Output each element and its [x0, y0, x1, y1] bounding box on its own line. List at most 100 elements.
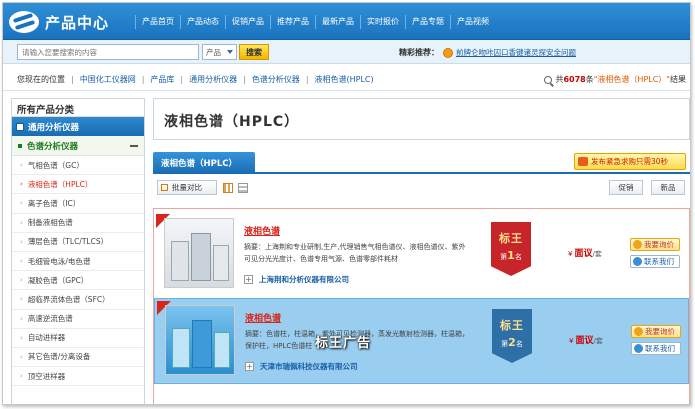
breadcrumb-item-chromatography[interactable]: 色谱分析仪器 [252, 74, 300, 85]
nav-item-promo[interactable]: 促销产品 [225, 15, 270, 29]
megaphone-icon [578, 157, 588, 166]
product-price: ¥ 面议 /套 [568, 246, 602, 259]
breadcrumb: 您现在的位置 | 中国化工仪器网 | 产品库 | 通用分析仪器 | 色谱分析仪器… [17, 74, 374, 85]
breadcrumb-separator: | [243, 75, 246, 84]
tab-bar: 液相色谱（HPLC） 发布紧急求购只需30秒 [153, 150, 690, 174]
urgent-purchase-button[interactable]: 发布紧急求购只需30秒 [574, 153, 686, 170]
breadcrumb-separator: | [180, 75, 184, 84]
sidebar-subcategory[interactable]: 色谱分析仪器 [12, 136, 144, 156]
sidebar-item-prep-lc[interactable]: › 制备液相色谱 [12, 214, 144, 233]
instrument-module [191, 233, 211, 281]
nav-item-topics[interactable]: 产品专题 [405, 15, 450, 29]
sidebar-item-label: 液相色谱（HPLC） [27, 179, 93, 189]
arrow-bullet-icon: › [20, 352, 23, 361]
sidebar-category[interactable]: 通用分析仪器 [12, 117, 144, 136]
product-row[interactable]: 液相色谱 摘要：色谱柱，柱温箱，紫外可见检测器，蒸发光散射检测器，柱温箱，保护柱… [154, 298, 689, 384]
breadcrumb-item-site[interactable]: 中国化工仪器网 [80, 74, 136, 85]
sidebar-item-hsccc[interactable]: › 高速逆流色谱 [12, 310, 144, 329]
result-middle: 条 [585, 75, 594, 84]
breadcrumb-item-general[interactable]: 通用分析仪器 [189, 74, 237, 85]
sidebar-item-label: 制备液相色谱 [27, 218, 73, 228]
product-price: ¥ 面议 /套 [569, 333, 603, 346]
product-description: 摘要：上海荆和专业研制,生产,代理销售气相色谱仪、液相色谱仪、紫外可见分光光度计… [244, 243, 466, 263]
nav-item-recommended[interactable]: 推荐产品 [270, 15, 315, 29]
collapse-minus-icon[interactable] [130, 144, 138, 147]
sidebar-item-sfc[interactable]: › 超临界流体色谱（SFC） [12, 290, 144, 310]
sidebar-category-label: 通用分析仪器 [28, 122, 80, 133]
sort-promo-button[interactable]: 促销 [609, 180, 643, 195]
plus-icon[interactable]: + [245, 362, 254, 371]
sidebar-item-label: 气相色谱（GC） [27, 160, 84, 170]
result-number: 6078 [563, 75, 586, 84]
arrow-bullet-icon: › [20, 333, 23, 342]
badge-title: 标王 [500, 319, 524, 332]
arrow-bullet-icon: › [20, 314, 23, 323]
breadcrumb-item-hplc[interactable]: 液相色谱(HPLC) [315, 74, 374, 85]
top-bar: 产品中心 产品首页 产品动态 促销产品 推荐产品 最新产品 实时报价 产品专题 … [3, 3, 690, 40]
badge-rank: 第1名 [491, 249, 531, 262]
arrow-bullet-icon: › [20, 295, 23, 304]
hot-flame-icon [443, 47, 453, 58]
sidebar-item-ce[interactable]: › 毛细管电泳/电色谱 [12, 252, 144, 272]
product-name-link[interactable]: 液相色谱 [244, 224, 280, 237]
price-value: 面议 [574, 249, 593, 259]
main-content: 液相色谱（HPLC） 液相色谱（HPLC） 发布紧急求购只需30秒 批量对比 促… [153, 98, 690, 404]
sidebar-item-gc[interactable]: › 气相色谱（GC） [12, 156, 144, 176]
search-input[interactable] [17, 44, 199, 60]
badge-rank-number: 1 [507, 249, 515, 262]
inquiry-label: 我要询价 [644, 240, 674, 249]
grid-view-icon[interactable] [223, 183, 233, 193]
sidebar-item-label: 自动进样器 [27, 333, 66, 343]
company-name-link[interactable]: 天津市瑞佩科技仪器有限公司 [260, 361, 358, 372]
arrow-bullet-icon: › [20, 218, 23, 227]
search-bar: 产品 搜索 精彩推荐： 前牌仑吻咔囚口香键诸灵探安全问题 [3, 40, 690, 64]
sidebar-item-hplc[interactable]: › 液相色谱（HPLC） [12, 175, 144, 195]
product-name-link[interactable]: 液相色谱 [245, 311, 281, 324]
inquiry-button[interactable]: 我要询价 [630, 238, 680, 251]
result-keyword: "液相色谱（HPLC）" [593, 75, 670, 84]
sidebar-item-label: 离子色谱（IC） [27, 198, 81, 208]
contact-button[interactable]: 联系我们 [631, 342, 681, 355]
breadcrumb-separator: | [305, 75, 309, 84]
sidebar-item-other[interactable]: › 其它色谱/分离设备 [12, 348, 144, 368]
company-name-link[interactable]: 上海荆和分析仪器有限公司 [259, 274, 349, 285]
batch-compare-button[interactable]: 批量对比 [157, 180, 217, 195]
nav-item-quotes[interactable]: 实时报价 [360, 15, 405, 29]
plus-icon[interactable]: + [244, 275, 253, 284]
sort-new-button[interactable]: 新品 [651, 180, 685, 195]
sidebar-item-autosampler[interactable]: › 自动进样器 [12, 329, 144, 348]
category-sidebar: 所有产品分类 通用分析仪器 色谱分析仪器 › 气相色谱（GC） › 液相色谱（HPL… [11, 98, 145, 404]
badge-rank-post: 名 [515, 340, 523, 348]
product-thumbnail[interactable] [164, 218, 234, 288]
sidebar-item-gpc[interactable]: › 凝胶色谱（GPC） [12, 271, 144, 291]
inquiry-icon [634, 327, 643, 336]
logo[interactable]: 产品中心 [9, 9, 129, 35]
inquiry-button[interactable]: 我要询价 [631, 325, 681, 338]
search-type-select[interactable]: 产品 [202, 44, 237, 60]
breadcrumb-item-library[interactable]: 产品库 [150, 74, 174, 85]
nav-item-news[interactable]: 产品动态 [180, 15, 225, 29]
sidebar-item-ic[interactable]: › 离子色谱（IC） [12, 194, 144, 214]
product-row[interactable]: 液相色谱 摘要：上海荆和专业研制,生产,代理销售气相色谱仪、液相色谱仪、紫外可见… [154, 212, 689, 298]
sidebar-item-headspace[interactable]: › 顶空进样器 [12, 367, 144, 387]
arrow-bullet-icon: › [20, 161, 23, 170]
phone-icon [633, 257, 642, 266]
nav-item-newest[interactable]: 最新产品 [315, 15, 360, 29]
sidebar-subcategory-label: 色谱分析仪器 [27, 141, 79, 152]
arrow-bullet-icon: › [20, 372, 23, 381]
page-frame: 产品中心 产品首页 产品动态 促销产品 推荐产品 最新产品 实时报价 产品专题 … [2, 2, 691, 405]
nav-item-home[interactable]: 产品首页 [135, 15, 180, 29]
contact-button[interactable]: 联系我们 [630, 255, 680, 268]
search-button[interactable]: 搜索 [239, 44, 269, 60]
tab-hplc[interactable]: 液相色谱（HPLC） [153, 152, 255, 174]
product-company: + 天津市瑞佩科技仪器有限公司 [245, 361, 358, 372]
list-view-icon[interactable] [238, 183, 248, 193]
hot-recommend-link[interactable]: 前牌仑吻咔囚口香键诸灵探安全问题 [456, 47, 576, 58]
price-symbol: ¥ [569, 337, 574, 345]
sidebar-item-tlc[interactable]: › 薄层色谱（TLC/TLCS） [12, 233, 144, 252]
nav-item-videos[interactable]: 产品视频 [450, 15, 495, 29]
price-symbol: ¥ [568, 250, 573, 258]
sidebar-item-label: 薄层色谱（TLC/TLCS） [27, 237, 109, 247]
product-thumbnail[interactable] [165, 305, 235, 375]
arrow-bullet-icon: › [20, 180, 23, 189]
